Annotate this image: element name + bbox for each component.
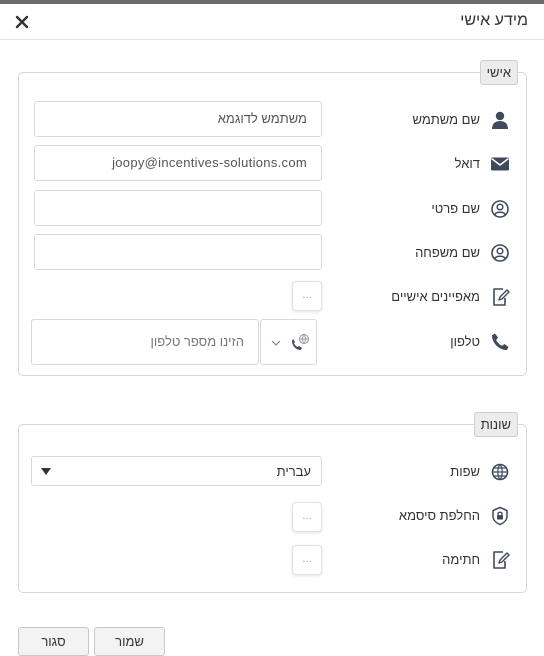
user-circle-icon xyxy=(490,199,510,219)
edit-document-icon xyxy=(490,550,510,570)
username-label: שם משתמש xyxy=(412,112,481,127)
language-select[interactable]: עברית xyxy=(31,456,322,486)
misc-section: שונות שפות עברית החלפת סיסמא ... חתימה .… xyxy=(18,412,527,593)
globe-icon xyxy=(490,462,510,482)
last-name-label: שם משפחה xyxy=(415,245,480,260)
dialog-title: מידע אישי xyxy=(460,12,528,29)
email-label: דואל xyxy=(454,156,480,171)
user-icon xyxy=(490,110,510,130)
misc-section-legend: שונות xyxy=(473,412,518,437)
last-name-field[interactable] xyxy=(34,234,322,270)
phone-input[interactable]: הזינו מספר טלפון xyxy=(31,319,259,365)
email-field[interactable]: joopy@incentives-solutions.com xyxy=(34,145,322,181)
username-field[interactable]: משתמש לדוגמא xyxy=(34,101,322,137)
personal-section-legend: אישי xyxy=(479,60,518,85)
attributes-label: מאפיינים אישיים xyxy=(391,289,480,304)
personal-section: אישי שם משתמש משתמש לדוגמא דואל joopy@in… xyxy=(18,60,527,376)
signature-button[interactable]: ... xyxy=(292,545,322,575)
close-dialog-button[interactable]: סגור xyxy=(18,627,89,656)
close-icon xyxy=(15,15,29,29)
close-button[interactable] xyxy=(12,12,32,32)
save-button[interactable]: שמור xyxy=(94,627,165,656)
first-name-label: שם פרטי xyxy=(431,201,480,216)
first-name-field[interactable] xyxy=(34,190,322,226)
change-password-label: החלפת סיסמא xyxy=(398,508,480,523)
change-password-button[interactable]: ... xyxy=(292,502,322,532)
phone-placeholder: הזינו מספר טלפון xyxy=(150,334,244,349)
phone-icon xyxy=(490,332,510,352)
user-circle-icon xyxy=(490,243,510,263)
attributes-button[interactable]: ... xyxy=(292,281,322,311)
edit-document-icon xyxy=(490,287,510,307)
phone-label: טלפון xyxy=(450,334,480,349)
dialog-header: מידע אישי xyxy=(0,4,544,40)
caret-down-icon xyxy=(41,468,51,475)
signature-label: חתימה xyxy=(442,552,480,567)
language-value: עברית xyxy=(276,464,311,479)
chevron-down-icon xyxy=(271,340,281,346)
shield-lock-icon xyxy=(490,506,510,526)
phone-country-select[interactable] xyxy=(260,319,317,365)
phone-globe-icon xyxy=(292,334,309,350)
envelope-icon xyxy=(490,154,510,174)
language-label: שפות xyxy=(450,464,480,479)
